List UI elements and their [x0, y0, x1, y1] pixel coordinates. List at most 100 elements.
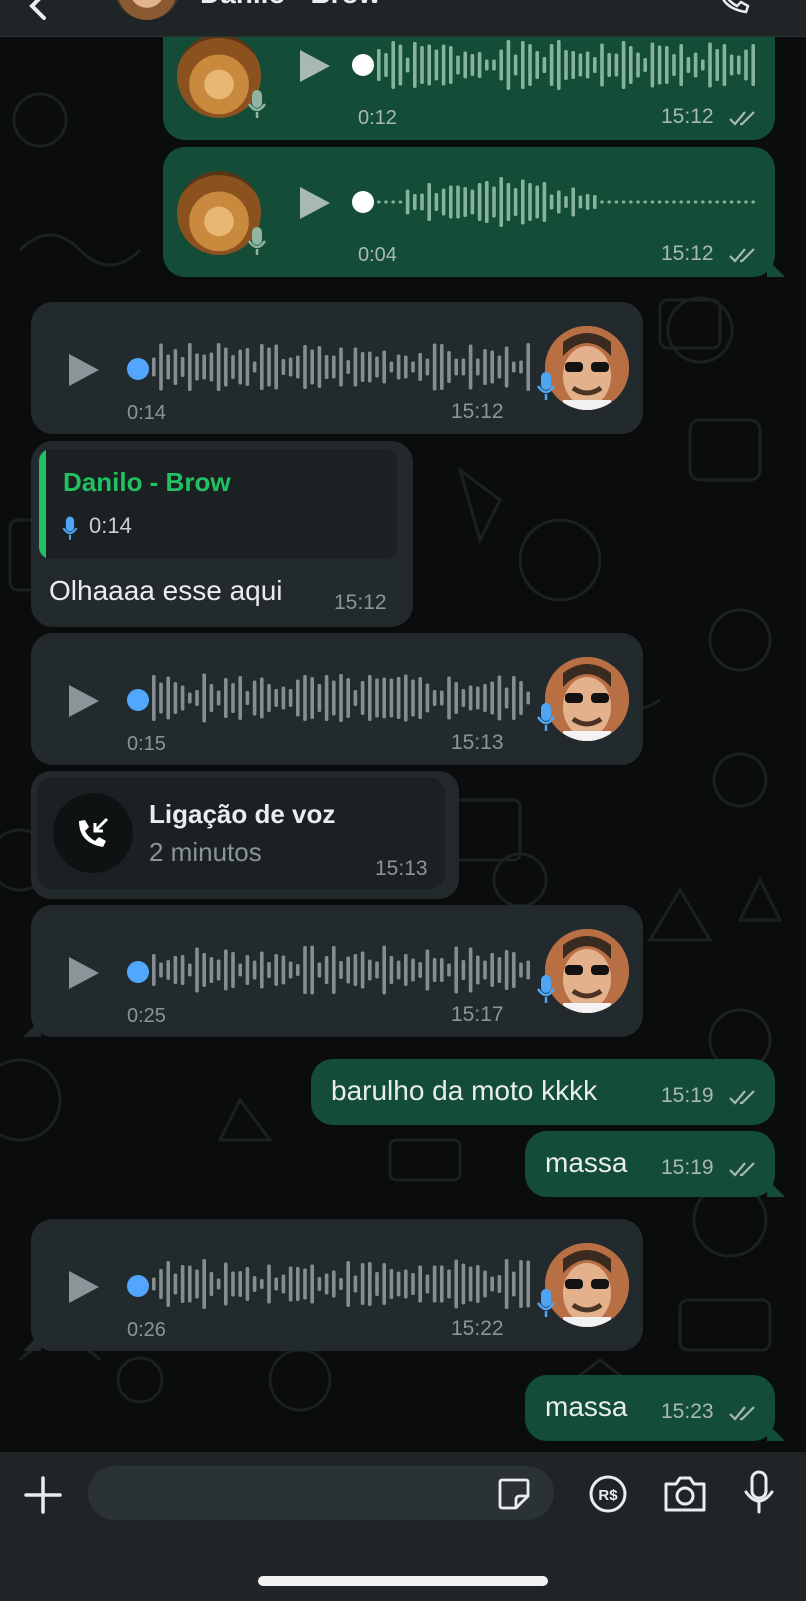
waveform-bar: [252, 680, 257, 716]
avatar-face: [545, 657, 629, 741]
outgoing-text-message[interactable]: massa 15:23: [525, 1375, 785, 1441]
unplayed-indicator[interactable]: [127, 358, 149, 380]
voice-waveform[interactable]: [375, 174, 761, 230]
quote-accent-bar: [39, 449, 46, 559]
message-time: 15:12: [451, 400, 504, 423]
waveform-bar: [224, 1262, 228, 1306]
waveform-bar: [729, 54, 734, 76]
waveform-bar: [195, 947, 199, 993]
play-icon[interactable]: [67, 1269, 101, 1305]
voice-waveform[interactable]: [375, 37, 761, 93]
waveform-bar: [434, 49, 439, 81]
waveform-bar: [504, 950, 509, 990]
waveform-bar: [490, 953, 494, 987]
unplayed-indicator[interactable]: [127, 961, 149, 983]
incoming-call-icon-circle: [53, 793, 133, 873]
waveform-bar: [324, 956, 329, 984]
home-indicator[interactable]: [258, 1576, 548, 1586]
voice-call-icon[interactable]: [716, 0, 750, 16]
voice-waveform[interactable]: [150, 1256, 536, 1312]
rs-payment-icon[interactable]: R$: [588, 1474, 628, 1514]
double-check-icon: [729, 1406, 755, 1421]
waveform-bar: [528, 183, 532, 221]
outgoing-text-message[interactable]: barulho da moto kkkk 15:19: [311, 1059, 775, 1125]
incoming-reply-message[interactable]: Danilo - Brow 0:14 Olhaaaa esse aqui 15:…: [31, 441, 413, 627]
incoming-voice-message[interactable]: 0:15 15:13: [31, 633, 643, 765]
waveform-bar: [621, 41, 626, 89]
waveform-bar: [152, 1277, 156, 1291]
waveform-bar: [281, 686, 286, 710]
waveform-bar: [245, 955, 250, 985]
waveform-bar: [224, 347, 228, 387]
message-text: Olhaaaa esse aqui: [49, 575, 283, 606]
play-icon[interactable]: [67, 955, 101, 991]
play-icon[interactable]: [298, 48, 332, 84]
waveform-bar: [252, 361, 257, 373]
message-input[interactable]: [88, 1466, 554, 1520]
waveform-bar: [449, 185, 453, 219]
incoming-voice-message[interactable]: 0:14 15:12: [31, 302, 643, 434]
quoted-duration: 0:14: [89, 513, 132, 538]
quoted-message[interactable]: Danilo - Brow 0:14: [39, 449, 397, 559]
waveform-bar: [461, 960, 466, 980]
waveform-bar: [542, 57, 547, 73]
waveform-bar: [296, 355, 300, 379]
play-icon[interactable]: [298, 185, 332, 221]
waveform-bar: [454, 1259, 458, 1309]
incoming-voice-message[interactable]: 0:25 15:17: [23, 905, 643, 1037]
unplayed-indicator[interactable]: [127, 1275, 149, 1297]
voice-note-mic-icon: [247, 90, 267, 118]
playback-scrubber[interactable]: [352, 191, 374, 213]
play-icon[interactable]: [67, 683, 101, 719]
voice-waveform[interactable]: [150, 942, 536, 998]
waveform-bar: [519, 962, 523, 978]
waveform-bar: [506, 183, 511, 221]
contact-name[interactable]: Danilo - Brow: [200, 0, 380, 10]
call-card[interactable]: Ligação de voz 2 minutos 15:13: [37, 777, 445, 889]
waveform-bar: [468, 344, 473, 390]
waveform-bar: [535, 51, 539, 79]
waveform-bar: [375, 678, 379, 718]
waveform-bar: [477, 183, 482, 221]
waveform-bar: [564, 196, 568, 208]
plus-icon[interactable]: [24, 1476, 62, 1514]
bubble-tail: [767, 259, 785, 277]
waveform-bar: [173, 682, 178, 714]
outgoing-text-message[interactable]: massa 15:19: [525, 1131, 785, 1197]
waveform-bar: [382, 1263, 386, 1305]
waveform-bar: [310, 945, 314, 995]
voice-waveform[interactable]: [150, 339, 536, 395]
double-check-icon: [729, 248, 755, 263]
quoted-mic-icon: [62, 516, 78, 540]
waveform-bar: [260, 677, 264, 719]
waveform-bar: [427, 183, 431, 221]
camera-icon[interactable]: [662, 1474, 708, 1514]
incoming-voice-message[interactable]: 0:26 15:22: [23, 1219, 643, 1351]
waveform-bar: [411, 361, 415, 373]
voice-note-mic-icon: [536, 703, 556, 731]
play-icon[interactable]: [67, 352, 101, 388]
waveform-bar: [432, 343, 437, 391]
waveform-bar: [418, 353, 422, 381]
playback-scrubber[interactable]: [352, 54, 374, 76]
sticker-icon[interactable]: [496, 1476, 532, 1512]
waveform-bar: [629, 46, 633, 84]
waveform-bar: [303, 675, 307, 721]
waveform-bar: [420, 193, 424, 211]
waveform-bar: [440, 958, 444, 982]
outgoing-voice-message[interactable]: 0:04 15:12: [163, 147, 785, 277]
unplayed-indicator[interactable]: [127, 689, 149, 711]
waveform-bar: [281, 1274, 286, 1294]
voice-call-message[interactable]: Ligação de voz 2 minutos 15:13: [31, 771, 459, 899]
waveform-bar: [461, 1263, 466, 1305]
voice-waveform[interactable]: [150, 670, 536, 726]
waveform-bar: [396, 354, 401, 380]
waveform-bar: [209, 352, 214, 382]
bubble-tail: [767, 1423, 785, 1441]
back-arrow-icon[interactable]: [22, 0, 62, 24]
contact-avatar[interactable]: [114, 0, 180, 20]
incoming-call-icon: [79, 817, 109, 847]
waveform-bar: [209, 957, 214, 983]
microphone-icon[interactable]: [742, 1470, 776, 1516]
waveform-bar: [447, 676, 451, 720]
